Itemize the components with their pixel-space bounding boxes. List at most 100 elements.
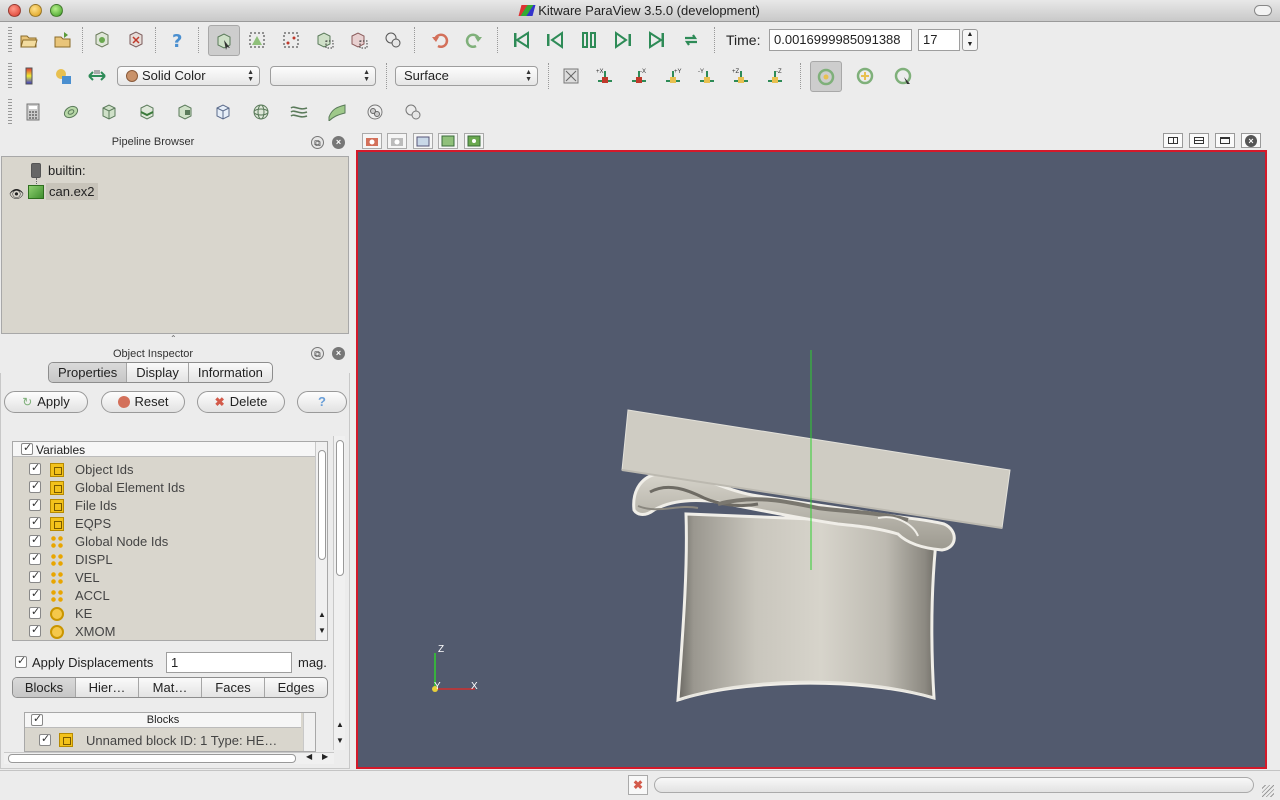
pipeline-browser[interactable]: builtin: 👁 can.ex2 <box>1 156 349 334</box>
capture-selection-button[interactable] <box>362 133 382 149</box>
tab-display[interactable]: Display <box>127 363 189 382</box>
pipeline-item-can-ex2[interactable]: can.ex2 <box>46 183 98 200</box>
tab-faces[interactable]: Faces <box>202 678 265 697</box>
toolbar-grip[interactable] <box>8 99 12 125</box>
extract-level-filter-button[interactable] <box>400 99 426 125</box>
variables-header[interactable]: Variables <box>13 442 315 457</box>
variables-select-all-checkbox[interactable] <box>21 442 33 455</box>
apply-button[interactable]: ↻ Apply <box>4 391 88 413</box>
color-by-select[interactable]: Solid Color ▲ ▼ <box>117 66 260 86</box>
variable-checkbox[interactable] <box>29 479 41 493</box>
last-frame-button[interactable] <box>644 27 670 53</box>
reset-button[interactable]: Reset <box>101 391 185 413</box>
view-plus-z-button[interactable]: +Z <box>728 63 754 89</box>
load-state-button[interactable] <box>50 27 76 53</box>
next-frame-button[interactable] <box>610 27 636 53</box>
variable-row[interactable]: VEL <box>13 569 315 587</box>
view-plus-y-button[interactable]: +Y <box>660 63 686 89</box>
scroll-up-icon[interactable]: ▲ <box>318 610 326 619</box>
variable-row[interactable]: KE <box>13 605 315 623</box>
variable-row[interactable]: File Ids <box>13 497 315 515</box>
reset-center-button[interactable] <box>852 63 878 89</box>
show-center-button[interactable] <box>810 61 842 92</box>
displacement-magnitude-input[interactable]: 1 <box>166 652 292 673</box>
previous-frame-button[interactable] <box>542 27 568 53</box>
first-frame-button[interactable] <box>508 27 534 53</box>
open-file-button[interactable] <box>16 27 42 53</box>
pick-center-button[interactable] <box>890 63 916 89</box>
time-input[interactable]: 0.0016999985091388 <box>769 29 912 51</box>
close-view-button[interactable]: × <box>1241 133 1261 148</box>
glyph-filter-button[interactable] <box>248 99 274 125</box>
select-cells-frustum-button[interactable] <box>312 27 338 53</box>
block-row[interactable]: Unnamed block ID: 1 Type: HE… <box>25 731 301 751</box>
scroll-down-icon[interactable]: ▼ <box>318 626 326 635</box>
scroll-down-icon[interactable]: ▼ <box>336 736 344 745</box>
view-minus-z-button[interactable]: -Z <box>762 63 788 89</box>
variable-checkbox[interactable] <box>29 569 41 583</box>
timestep-spinbox[interactable]: 17 <box>918 29 960 51</box>
group-datasets-filter-button[interactable] <box>362 99 388 125</box>
disconnect-button[interactable] <box>123 27 149 53</box>
edit-color-map-button[interactable] <box>50 63 76 89</box>
variables-list[interactable]: Variables Object Ids Global Element Ids Fi… <box>12 441 328 641</box>
inspector-scrollbar[interactable]: ▲ ▼ <box>333 436 345 750</box>
toolbar-grip[interactable] <box>8 63 12 89</box>
visibility-eye-icon[interactable]: 👁 <box>9 187 24 201</box>
variable-checkbox[interactable] <box>29 551 41 565</box>
tab-hierarchy[interactable]: Hier… <box>76 678 139 697</box>
threshold-filter-button[interactable] <box>172 99 198 125</box>
inspector-float-button[interactable]: ⧉ <box>311 347 324 360</box>
view-settings-button[interactable] <box>438 133 458 149</box>
loop-button[interactable] <box>678 27 704 53</box>
variable-row[interactable]: Global Element Ids <box>13 479 315 497</box>
blocks-list[interactable]: Blocks Unnamed block ID: 1 Type: HE… <box>24 712 316 752</box>
variable-row[interactable]: EQPS <box>13 515 315 533</box>
redo-button[interactable] <box>461 27 487 53</box>
tab-edges[interactable]: Edges <box>265 678 327 697</box>
variable-checkbox[interactable] <box>29 515 41 529</box>
select-points-surface-button[interactable] <box>278 27 304 53</box>
inspector-help-button[interactable]: ? <box>297 391 347 413</box>
blocks-header[interactable]: Blocks <box>25 713 301 728</box>
pipeline-close-button[interactable]: × <box>332 136 345 149</box>
tab-properties[interactable]: Properties <box>49 363 128 382</box>
toolbar-grip[interactable] <box>8 27 12 53</box>
variable-checkbox[interactable] <box>29 605 41 619</box>
pipeline-item-builtin[interactable]: builtin: <box>48 163 86 178</box>
variable-checkbox[interactable] <box>29 623 41 637</box>
undo-button[interactable] <box>427 27 453 53</box>
split-vertical-button[interactable] <box>1189 133 1209 148</box>
tab-information[interactable]: Information <box>189 363 272 382</box>
camera-redo-button[interactable] <box>413 133 433 149</box>
resize-grip[interactable] <box>1262 785 1274 797</box>
connect-button[interactable] <box>89 27 115 53</box>
camera-undo-button[interactable] <box>387 133 407 149</box>
interact-mode-button[interactable] <box>208 25 240 56</box>
pause-button[interactable] <box>576 27 602 53</box>
clip-filter-button[interactable] <box>96 99 122 125</box>
tab-blocks[interactable]: Blocks <box>13 678 76 697</box>
variable-checkbox[interactable] <box>29 533 41 547</box>
render-view[interactable]: Z X Y <box>356 150 1267 769</box>
stream-tracer-filter-button[interactable] <box>286 99 312 125</box>
variable-row[interactable]: ACCL <box>13 587 315 605</box>
inspector-close-button[interactable]: × <box>332 347 345 360</box>
select-block-button[interactable] <box>380 27 406 53</box>
scroll-right-icon[interactable]: ▶ <box>322 752 328 761</box>
variable-row[interactable]: XMOM <box>13 623 315 640</box>
pipeline-float-button[interactable]: ⧉ <box>311 136 324 149</box>
representation-select[interactable]: Surface ▲ ▼ <box>395 66 538 86</box>
splitter-handle[interactable]: ⌃ <box>170 334 177 343</box>
color-legend-button[interactable] <box>16 63 42 89</box>
blocks-select-all-checkbox[interactable] <box>31 713 43 726</box>
split-horizontal-button[interactable] <box>1163 133 1183 148</box>
slice-filter-button[interactable] <box>134 99 160 125</box>
tab-materials[interactable]: Mat… <box>139 678 202 697</box>
timestep-stepper[interactable]: ▲ ▼ <box>962 29 978 51</box>
calculator-filter-button[interactable] <box>20 99 46 125</box>
scroll-up-icon[interactable]: ▲ <box>336 720 344 729</box>
variable-row[interactable]: Object Ids <box>13 461 315 479</box>
delete-button[interactable]: ✖ Delete <box>197 391 285 413</box>
view-minus-y-button[interactable]: -Y <box>694 63 720 89</box>
